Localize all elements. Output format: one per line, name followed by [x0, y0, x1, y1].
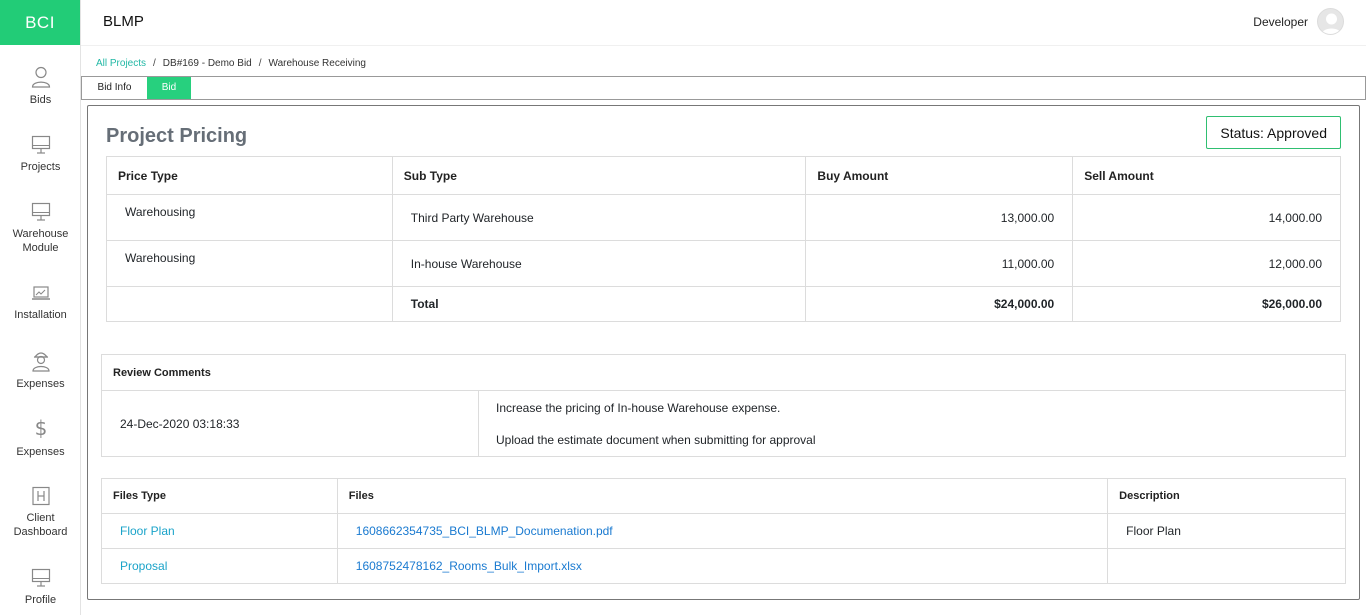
sidebar-item-warehouse-module[interactable]: Warehouse Module	[0, 202, 81, 255]
header-divider	[81, 45, 1366, 46]
table-row: Warehousing In-house Warehouse 11,000.00…	[106, 240, 1341, 287]
table-row: Proposal 1608752478162_Rooms_Bulk_Import…	[101, 548, 1346, 584]
sidebar-item-label: Warehouse Module	[12, 228, 69, 254]
breadcrumb-separator: /	[153, 58, 156, 69]
user-menu[interactable]: Developer	[1253, 8, 1344, 35]
review-comments-header: Review Comments	[101, 354, 1346, 391]
column-header: Sub Type	[391, 156, 807, 195]
user-name: Developer	[1253, 14, 1308, 29]
total-row: Total $24,000.00 $26,000.00	[106, 286, 1341, 322]
file-name-cell: 1608662354735_BCI_BLMP_Documenation.pdf	[336, 513, 1109, 549]
column-header: Description	[1107, 478, 1346, 514]
column-header: Files Type	[101, 478, 338, 514]
table-header-row: Files Type Files Description	[101, 478, 1346, 514]
file-name-cell: 1608752478162_Rooms_Bulk_Import.xlsx	[336, 548, 1109, 584]
file-description-cell: Floor Plan	[1107, 513, 1346, 549]
review-date: 24-Dec-2020 03:18:33	[101, 390, 479, 457]
breadcrumb-all-projects[interactable]: All Projects	[96, 58, 146, 69]
tab-bar: Bid Info Bid	[81, 76, 1366, 100]
svg-text:$: $	[34, 418, 47, 440]
file-download-link[interactable]: 1608662354735_BCI_BLMP_Documenation.pdf	[356, 524, 613, 538]
review-comment: Upload the estimate document when submit…	[496, 432, 816, 447]
table-row: Floor Plan 1608662354735_BCI_BLMP_Docume…	[101, 513, 1346, 549]
file-description-cell	[1107, 548, 1346, 584]
column-header: Buy Amount	[805, 156, 1074, 195]
laptop-chart-icon	[31, 286, 50, 300]
table-header-row: Price Type Sub Type Buy Amount Sell Amou…	[106, 156, 1341, 195]
file-type-cell: Proposal	[101, 548, 338, 584]
sidebar-item-label: Projects	[20, 161, 61, 173]
monitor-icon	[31, 135, 50, 154]
sidebar-item-label: Client Dashboard	[13, 512, 68, 538]
user-icon	[31, 66, 50, 88]
breadcrumb-current: Warehouse Receiving	[268, 58, 366, 69]
sidebar-item-label: Bids	[29, 94, 52, 106]
sidebar: BCI Bids Projects Warehouse Module Insta…	[0, 0, 81, 615]
breadcrumb: All Projects / DB#169 - Demo Bid / Wareh…	[96, 58, 366, 69]
sub-type-cell: Third Party Warehouse	[391, 194, 807, 241]
monitor-icon	[31, 568, 50, 587]
sub-type-cell: In-house Warehouse	[391, 240, 807, 287]
sidebar-item-label: Expenses	[16, 446, 65, 458]
total-buy-amount: $24,000.00	[805, 286, 1074, 322]
buy-amount-cell: 11,000.00	[805, 240, 1074, 287]
table-header-row: Review Comments	[101, 354, 1346, 391]
sell-amount-cell: 12,000.00	[1072, 240, 1341, 287]
file-type-cell: Floor Plan	[101, 513, 338, 549]
sidebar-item-expenses-dollar[interactable]: $ Expenses	[0, 418, 81, 459]
column-header: Sell Amount	[1072, 156, 1341, 195]
sidebar-item-bids[interactable]: Bids	[0, 66, 81, 107]
worker-icon	[31, 352, 50, 372]
building-icon	[31, 486, 50, 506]
table-row: 24-Dec-2020 03:18:33 Increase the pricin…	[101, 390, 1346, 457]
price-type-cell: Warehousing	[106, 194, 393, 241]
buy-amount-cell: 13,000.00	[805, 194, 1074, 241]
breadcrumb-bid: DB#169 - Demo Bid	[162, 58, 252, 69]
project-pricing-panel: Project Pricing Status: Approved Price T…	[87, 105, 1360, 600]
column-header: Files	[336, 478, 1109, 514]
file-download-link[interactable]: 1608752478162_Rooms_Bulk_Import.xlsx	[356, 559, 582, 573]
sidebar-item-projects[interactable]: Projects	[0, 135, 81, 174]
review-comments: Increase the pricing of In-house Warehou…	[478, 390, 1346, 457]
sidebar-item-profile[interactable]: Profile	[0, 568, 81, 607]
sell-amount-cell: 14,000.00	[1072, 194, 1341, 241]
brand-logo[interactable]: BCI	[0, 0, 80, 45]
total-sell-amount: $26,000.00	[1072, 286, 1341, 322]
price-type-cell: Warehousing	[106, 240, 393, 287]
tab-bid-info[interactable]: Bid Info	[82, 77, 147, 99]
breadcrumb-separator: /	[258, 58, 262, 69]
sidebar-item-installation[interactable]: Installation	[0, 285, 81, 322]
empty-cell	[106, 286, 393, 322]
table-row: Warehousing Third Party Warehouse 13,000…	[106, 194, 1341, 241]
sidebar-item-label: Installation	[14, 309, 67, 321]
files-table: Files Type Files Description Floor Plan …	[101, 478, 1346, 584]
column-header: Price Type	[106, 156, 393, 195]
file-type-link[interactable]: Proposal	[120, 559, 167, 573]
review-comments-table: Review Comments 24-Dec-2020 03:18:33 Inc…	[101, 354, 1346, 457]
sidebar-item-client-dashboard[interactable]: Client Dashboard	[0, 486, 81, 539]
pricing-table: Price Type Sub Type Buy Amount Sell Amou…	[106, 156, 1341, 322]
monitor-icon	[31, 202, 50, 221]
page-title: Project Pricing	[106, 125, 248, 147]
file-type-link[interactable]: Floor Plan	[120, 524, 175, 538]
sidebar-item-expenses[interactable]: Expenses	[0, 350, 81, 391]
sidebar-item-label: Profile	[24, 594, 57, 606]
dollar-icon: $	[34, 418, 47, 440]
total-label: Total	[391, 286, 807, 322]
app-title: BLMP	[103, 13, 144, 30]
status-badge: Status: Approved	[1206, 116, 1341, 149]
review-comment: Increase the pricing of In-house Warehou…	[496, 400, 781, 415]
sidebar-item-label: Expenses	[16, 378, 65, 390]
user-avatar-icon[interactable]	[1317, 8, 1344, 35]
tab-bid[interactable]: Bid	[147, 77, 191, 99]
